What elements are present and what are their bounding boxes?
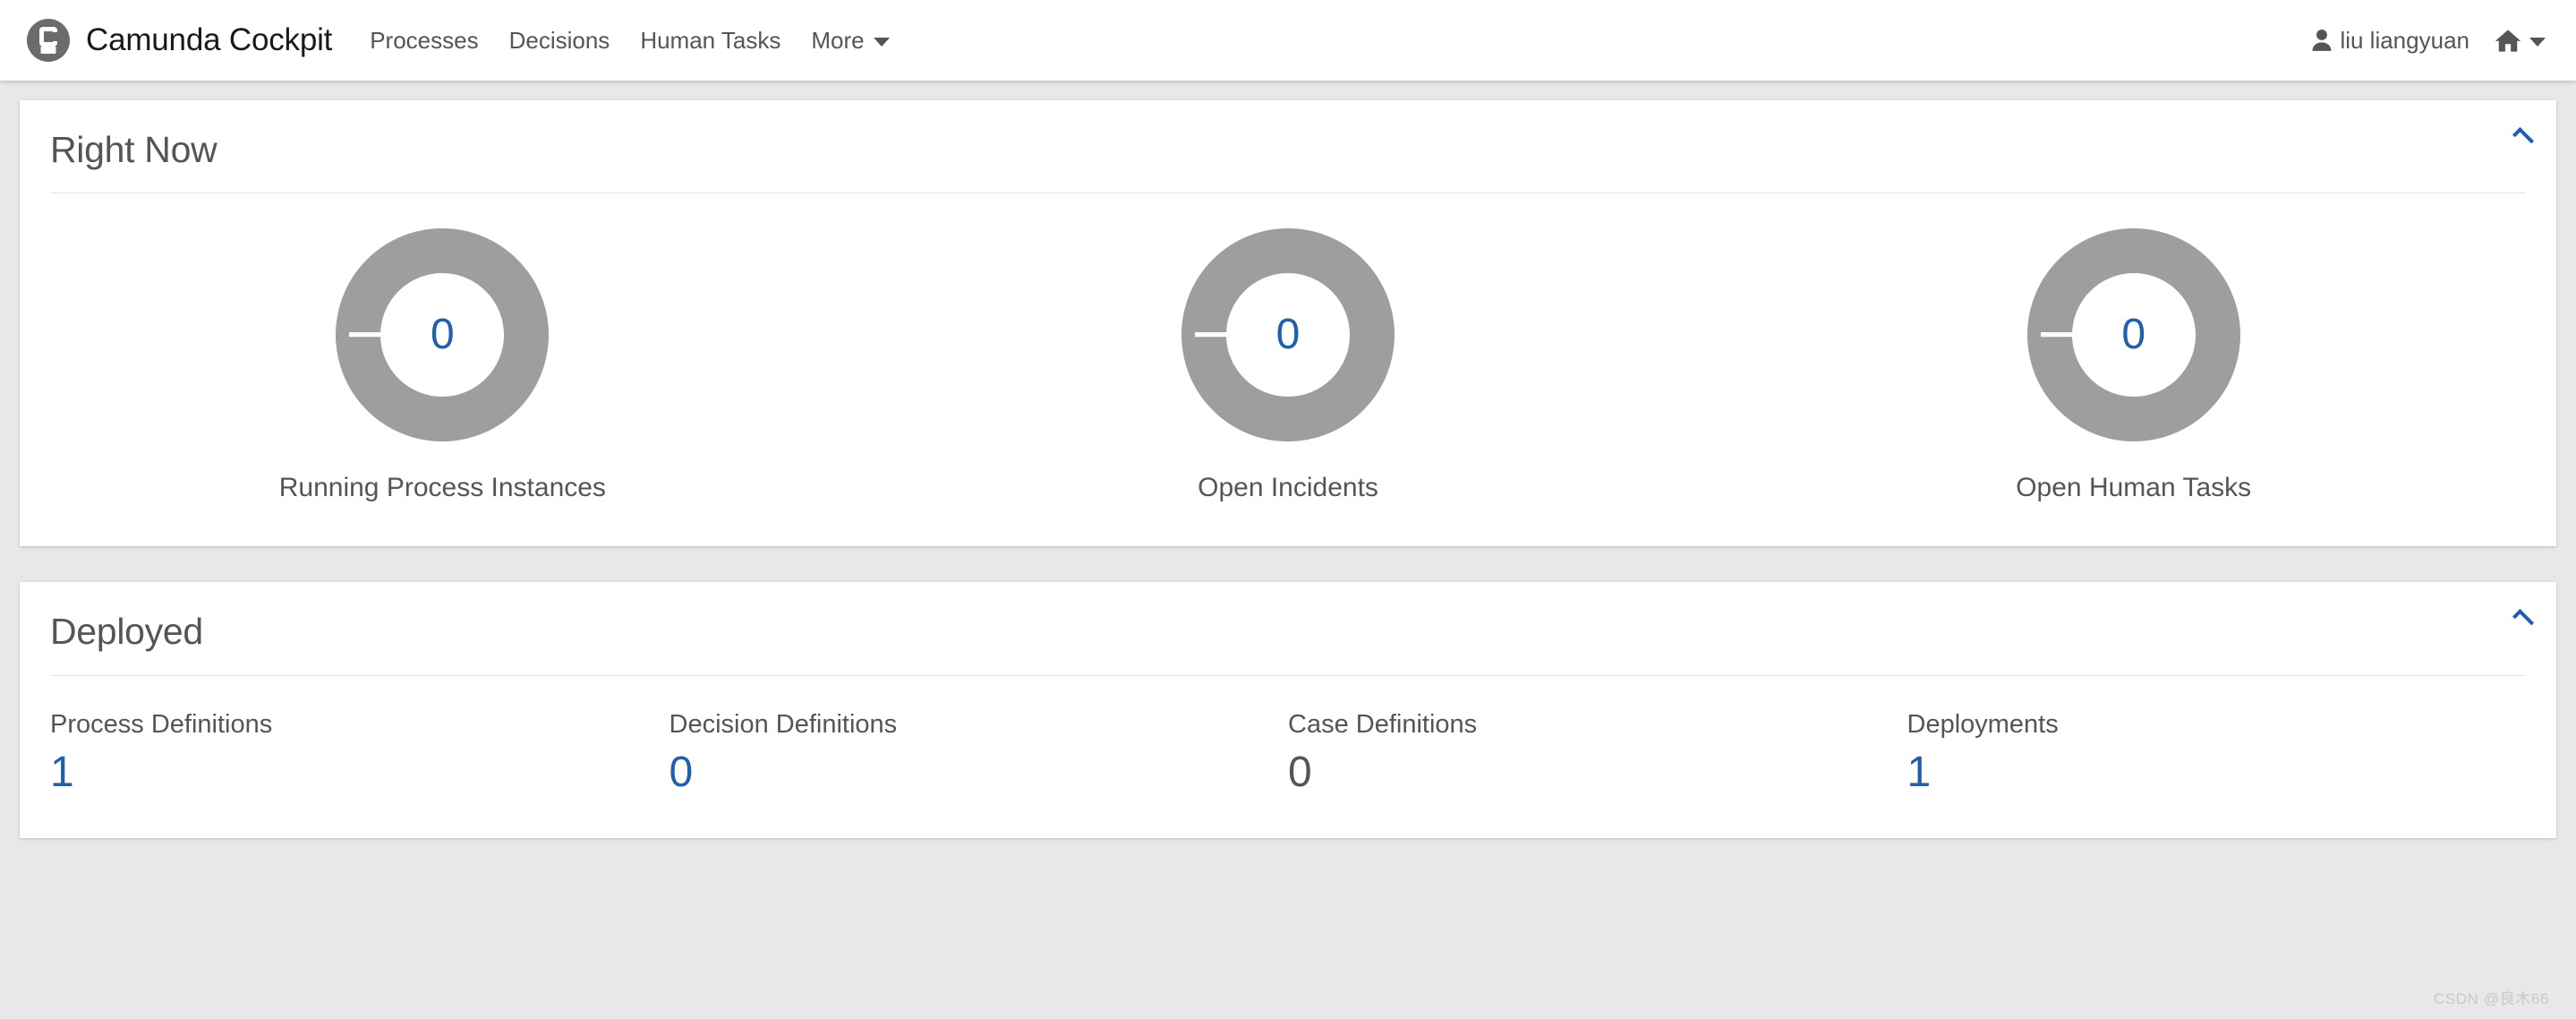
stat-decision-definitions: Decision Definitions 0	[670, 710, 1289, 795]
stat-label-process-definitions: Process Definitions	[50, 709, 273, 739]
right-now-panel: Right Now 0 Running Process Instances 0 …	[20, 100, 2556, 547]
stat-value-case-definitions: 0	[1288, 748, 1312, 796]
stat-value-process-definitions[interactable]: 1	[50, 749, 74, 795]
caret-down-icon	[873, 38, 890, 47]
dashboard-content: Right Now 0 Running Process Instances 0 …	[0, 81, 2576, 838]
nav-processes-label: Processes	[370, 26, 479, 54]
metric-running-process-instances[interactable]: 0 Running Process Instances	[20, 227, 866, 503]
metric-open-incidents[interactable]: 0 Open Incidents	[866, 227, 1711, 503]
camunda-logo-icon	[27, 19, 70, 62]
deployed-panel: Deployed Process Definitions 1 Decision …	[20, 582, 2556, 838]
nav-decisions[interactable]: Decisions	[508, 21, 612, 60]
deployed-collapse-button[interactable]	[2503, 596, 2544, 638]
user-name-label: liu liangyuan	[2340, 26, 2469, 54]
nav-decisions-label: Decisions	[508, 26, 610, 54]
home-icon	[2495, 29, 2521, 52]
watermark: CSDN @良木66	[2433, 990, 2549, 1007]
deployed-stats: Process Definitions 1 Decision Definitio…	[20, 676, 2556, 838]
right-now-title: Right Now	[50, 129, 218, 170]
metric-label-open-human-tasks: Open Human Tasks	[2016, 473, 2252, 503]
stat-value-deployments[interactable]: 1	[1907, 749, 1932, 795]
right-now-collapse-button[interactable]	[2503, 115, 2544, 156]
right-now-metrics: 0 Running Process Instances 0 Open Incid…	[20, 193, 2556, 546]
metric-open-human-tasks[interactable]: 0 Open Human Tasks	[1710, 227, 2556, 503]
stat-label-decision-definitions: Decision Definitions	[669, 709, 898, 739]
stat-case-definitions: Case Definitions 0	[1288, 710, 1907, 795]
app-title: Camunda Cockpit	[86, 22, 333, 57]
donut-chart-open-human-tasks: 0	[2026, 227, 2241, 442]
donut-chart-running-process-instances: 0	[335, 227, 550, 442]
stat-label-case-definitions: Case Definitions	[1288, 709, 1478, 739]
deployed-header: Deployed	[20, 582, 2556, 655]
caret-down-icon	[2529, 38, 2546, 47]
brand-home-link[interactable]: Camunda Cockpit	[27, 19, 332, 62]
nav-human-tasks-label: Human Tasks	[640, 26, 781, 54]
chevron-up-icon	[2512, 609, 2535, 631]
stat-label-deployments: Deployments	[1906, 709, 2059, 739]
main-nav: Processes Decisions Human Tasks More	[368, 21, 891, 60]
right-now-header: Right Now	[20, 100, 2556, 173]
donut-value-open-human-tasks: 0	[2121, 311, 2146, 359]
donut-value-running-process-instances: 0	[430, 311, 455, 359]
home-menu[interactable]	[2495, 29, 2546, 53]
metric-label-running-process-instances: Running Process Instances	[278, 473, 606, 503]
nav-human-tasks[interactable]: Human Tasks	[638, 21, 782, 60]
stat-deployments: Deployments 1	[1907, 710, 2527, 795]
user-menu[interactable]: liu liangyuan	[2312, 27, 2469, 55]
donut-chart-open-incidents: 0	[1181, 227, 1395, 442]
nav-more-label: More	[811, 26, 865, 54]
stat-value-decision-definitions[interactable]: 0	[670, 749, 694, 795]
stat-process-definitions: Process Definitions 1	[50, 710, 670, 795]
donut-value-open-incidents: 0	[1275, 311, 1301, 359]
person-icon	[2312, 30, 2332, 51]
chevron-up-icon	[2512, 126, 2535, 150]
top-navigation-bar: Camunda Cockpit Processes Decisions Huma…	[0, 0, 2576, 81]
metric-label-open-incidents: Open Incidents	[1198, 473, 1378, 503]
nav-more[interactable]: More	[809, 21, 891, 60]
nav-right-group: liu liangyuan	[2312, 27, 2546, 55]
nav-processes[interactable]: Processes	[368, 21, 480, 60]
deployed-title: Deployed	[50, 611, 203, 653]
